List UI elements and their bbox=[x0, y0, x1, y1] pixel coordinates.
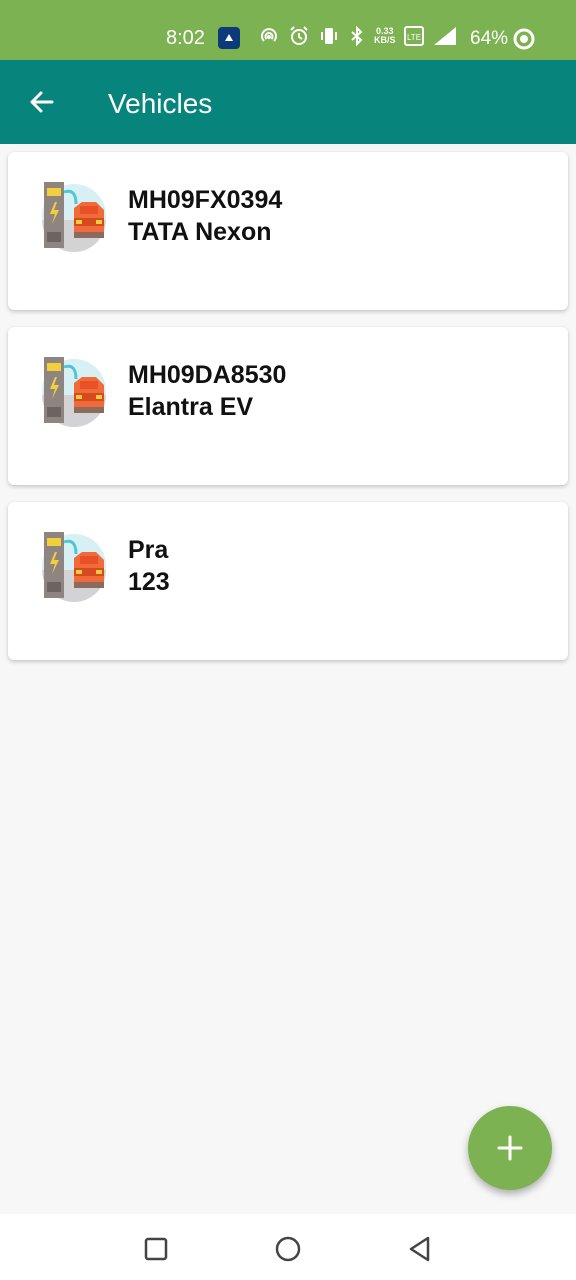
plus-icon bbox=[497, 1135, 523, 1161]
status-icons: 0.33 KB/S LTE bbox=[258, 25, 458, 47]
volte-icon: LTE bbox=[403, 26, 424, 46]
back-button[interactable] bbox=[22, 82, 62, 122]
arrow-left-icon bbox=[30, 91, 54, 113]
vibrate-icon bbox=[318, 25, 340, 47]
triangle-back-icon bbox=[409, 1236, 430, 1262]
alarm-icon bbox=[288, 25, 310, 47]
vehicle-model: Elantra EV bbox=[128, 393, 254, 421]
app-bar: Vehicles bbox=[0, 60, 576, 144]
battery-icon bbox=[512, 27, 536, 56]
vehicle-model: TATA Nexon bbox=[128, 218, 272, 246]
ev-charger-car-icon bbox=[42, 182, 106, 252]
vehicle-card[interactable]: MH09DA8530 Elantra EV bbox=[8, 327, 568, 485]
app-notification-icon bbox=[218, 27, 240, 49]
battery-percent: 64% bbox=[470, 28, 509, 49]
recents-button[interactable] bbox=[139, 1232, 173, 1266]
vehicle-card[interactable]: Pra 123 bbox=[8, 502, 568, 660]
status-bar: 8:02 0.33 KB/S LTE 64% bbox=[0, 0, 576, 60]
circle-icon bbox=[275, 1236, 301, 1262]
vehicle-model: 123 bbox=[128, 568, 170, 596]
bluetooth-icon bbox=[348, 25, 366, 47]
home-button[interactable] bbox=[271, 1232, 305, 1266]
vehicle-plate: MH09FX0394 bbox=[128, 186, 283, 214]
ev-charger-car-icon bbox=[42, 532, 106, 602]
vehicle-card[interactable]: MH09FX0394 TATA Nexon bbox=[8, 152, 568, 310]
status-time: 8:02 bbox=[166, 27, 205, 49]
page-title: Vehicles bbox=[108, 88, 213, 119]
system-nav-bar bbox=[0, 1214, 576, 1280]
network-speed: 0.33 KB/S bbox=[374, 27, 396, 45]
back-nav-button[interactable] bbox=[403, 1232, 437, 1266]
square-icon bbox=[144, 1237, 168, 1261]
hotspot-icon bbox=[258, 25, 280, 47]
vehicle-plate: Pra bbox=[128, 536, 169, 564]
net-speed-unit: KB/S bbox=[374, 35, 396, 45]
signal-icon bbox=[432, 25, 458, 47]
vehicle-plate: MH09DA8530 bbox=[128, 361, 287, 389]
add-vehicle-button[interactable] bbox=[468, 1106, 552, 1190]
svg-text:LTE: LTE bbox=[406, 33, 420, 42]
ev-charger-car-icon bbox=[42, 357, 106, 427]
